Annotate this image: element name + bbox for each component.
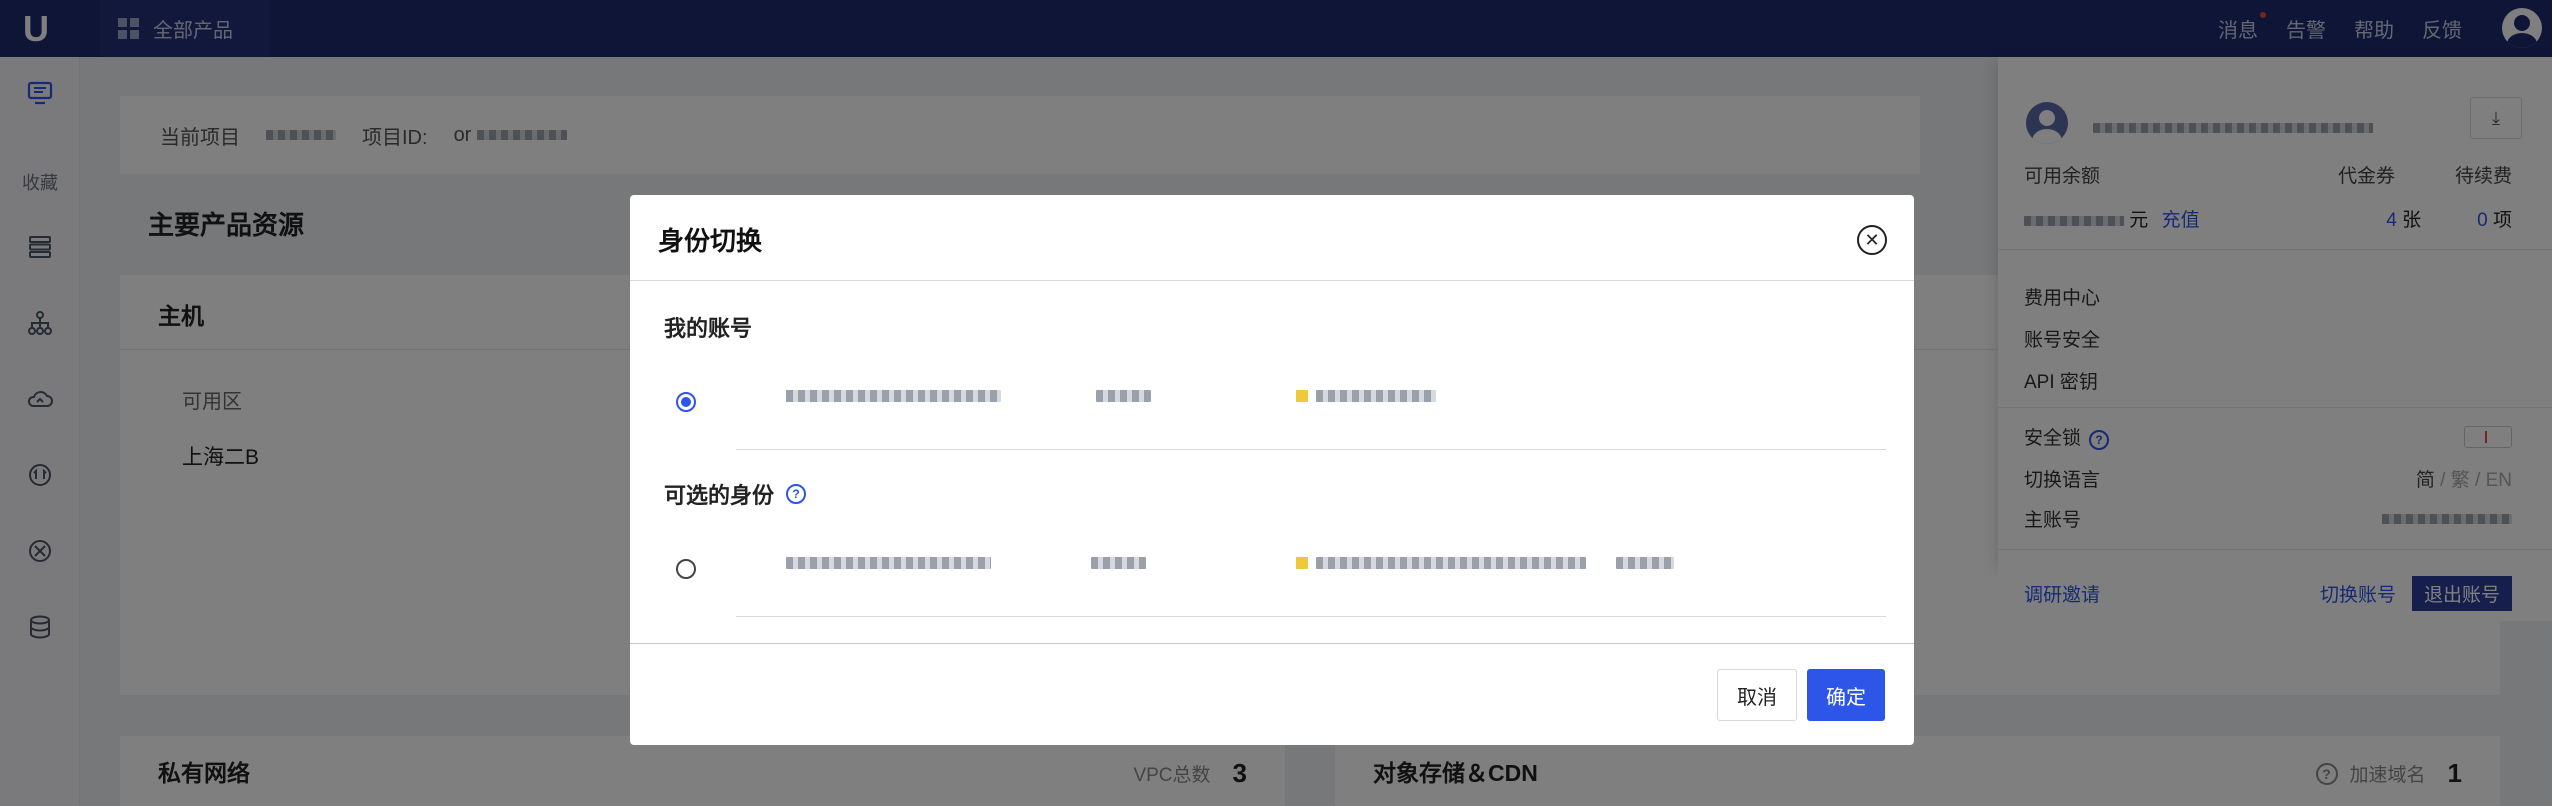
identity-id-redacted <box>786 557 991 569</box>
account-type-redacted <box>1096 390 1151 402</box>
row-divider <box>736 449 1886 450</box>
modal-title: 身份切换 <box>658 226 763 256</box>
identity-radio[interactable] <box>676 559 696 579</box>
identity-role-redacted <box>1616 557 1674 569</box>
modal-header: 身份切换 ✕ <box>630 195 1914 281</box>
modal-footer-divider <box>630 643 1914 644</box>
identity-type-redacted <box>1091 557 1146 569</box>
identity-switch-modal: 身份切换 ✕ 我的账号 可选的身份 ? 取消 确定 <box>630 195 1914 745</box>
identity-radio-selected[interactable] <box>676 392 696 412</box>
identity-email-redacted <box>1316 557 1586 569</box>
confirm-button[interactable]: 确定 <box>1807 669 1885 721</box>
close-icon[interactable]: ✕ <box>1857 225 1887 255</box>
cancel-button[interactable]: 取消 <box>1717 669 1797 721</box>
identity-row-my-account[interactable] <box>676 372 1886 450</box>
identity-badge <box>1296 557 1308 569</box>
optional-identities-heading: 可选的身份 ? <box>664 478 807 510</box>
optional-identities-label: 可选的身份 <box>664 483 775 508</box>
account-badge <box>1296 390 1308 402</box>
account-id-redacted <box>786 390 1001 402</box>
help-icon[interactable]: ? <box>786 484 807 504</box>
my-account-heading: 我的账号 <box>664 316 753 341</box>
identity-row-optional[interactable] <box>676 539 1886 617</box>
account-email-redacted <box>1316 390 1436 402</box>
row-divider <box>736 616 1886 617</box>
